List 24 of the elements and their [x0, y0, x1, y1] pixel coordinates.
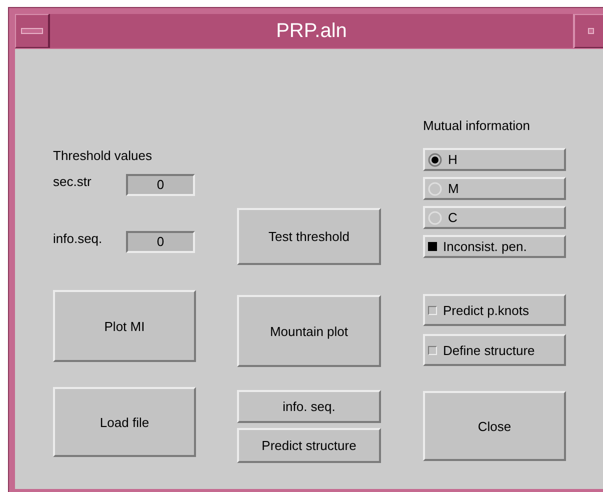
close-button[interactable]: Close	[423, 391, 566, 461]
radio-button[interactable]: C	[423, 206, 566, 229]
maximize-icon	[588, 28, 594, 34]
minimize-icon	[21, 28, 43, 34]
section-label: Threshold values	[53, 148, 153, 164]
window-menu-button[interactable]	[15, 14, 49, 48]
load-button[interactable]: Load file	[53, 387, 196, 457]
maximize-button[interactable]	[574, 14, 603, 48]
radio-button[interactable]: M	[423, 177, 566, 200]
test-button[interactable]: Test threshold	[237, 208, 381, 265]
field-label: sec.str	[53, 174, 92, 190]
checkbox-button[interactable]: Define structure	[423, 334, 566, 366]
field-label: info.seq.	[53, 231, 104, 247]
predict-button[interactable]: Predict structure	[237, 428, 381, 463]
input-field[interactable]: 0	[126, 174, 195, 196]
plot-button[interactable]: Mountain plot	[237, 295, 381, 367]
checkbox-button[interactable]: Inconsist. pen.	[423, 235, 566, 258]
window-title: PRP.aln	[49, 14, 574, 48]
input-field[interactable]: 0	[126, 231, 195, 253]
plot-button[interactable]: Plot MI	[53, 290, 196, 362]
checkbox-button[interactable]: Predict p.knots	[423, 294, 566, 326]
info-button[interactable]: info. seq.	[237, 390, 381, 423]
radio-button[interactable]: H	[423, 148, 566, 171]
section-label: Mutual information	[423, 118, 531, 134]
